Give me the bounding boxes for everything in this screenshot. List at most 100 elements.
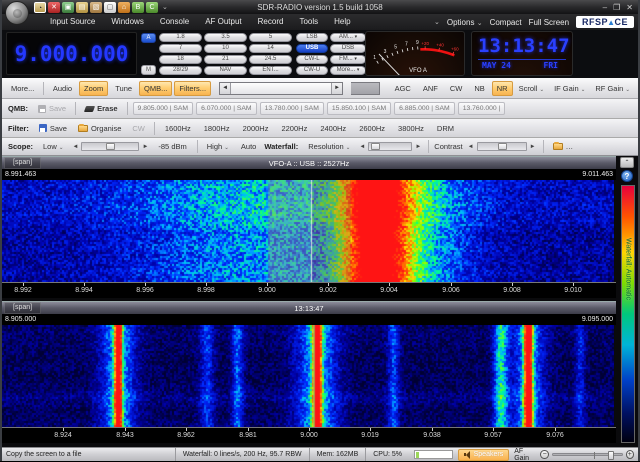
menu-help[interactable]: Help (326, 14, 358, 30)
mode-cwu-button[interactable]: CW-U (296, 66, 328, 75)
waterfall-palette-bar[interactable]: Waterfall: Automatic (621, 185, 635, 443)
scope-low-slider[interactable]: ◄ ► (70, 142, 150, 151)
qmb-memory-1[interactable]: 9.805.000 | SAM (133, 102, 194, 115)
help-icon[interactable]: ? (621, 170, 633, 182)
slider-thumb[interactable] (106, 143, 115, 150)
memory-button[interactable]: M (141, 65, 156, 75)
filter-drm-button[interactable]: DRM (432, 121, 459, 136)
band-10-button[interactable]: 10 (204, 44, 247, 53)
band-28-button[interactable]: 28/29 (159, 66, 202, 75)
scope-auto-button[interactable]: Auto (236, 139, 261, 154)
cw-toggle[interactable]: CW (445, 81, 468, 96)
filters-button[interactable]: Filters... (174, 81, 211, 96)
scope-low-dropdown[interactable]: Low ⌄ (39, 140, 67, 153)
filter-1600hz-button[interactable]: 1600Hz (160, 121, 196, 136)
volume-down-button[interactable]: − (540, 450, 548, 459)
filter-1800hz-button[interactable]: 1800Hz (199, 121, 235, 136)
slider-left-arrow[interactable]: ◄ (70, 144, 80, 150)
app-logo-icon[interactable] (5, 1, 29, 25)
qmb-save-button[interactable]: Save (34, 102, 70, 115)
nb-toggle[interactable]: NB (469, 81, 489, 96)
scroll-dropdown[interactable]: Scroll ⌄ (515, 82, 548, 95)
qmb-memory-3[interactable]: 13.780.000 | SAM (260, 102, 324, 115)
qmb-button[interactable]: QMB... (139, 81, 172, 96)
filter-cw-button[interactable]: CW (128, 122, 149, 135)
filter-organise-button[interactable]: Organise (74, 122, 125, 135)
qmb-memory-6[interactable]: 13.760.000 | (458, 102, 506, 115)
band-7-button[interactable]: 7 (159, 44, 202, 53)
vfo-a-button[interactable]: A (141, 33, 156, 43)
menu-af-output[interactable]: AF Output (197, 14, 249, 30)
band-3.5-button[interactable]: 3.5 (204, 33, 247, 42)
mode-more-button[interactable]: More... ▾ (330, 66, 366, 75)
qmb-memory-2[interactable]: 6.070.000 | SAM (196, 102, 257, 115)
menu-windows[interactable]: Windows (103, 14, 151, 30)
band-18-button[interactable]: 18 (159, 55, 202, 64)
nav-button[interactable]: NAV (204, 66, 247, 75)
scroll-right-arrow[interactable]: ► (331, 83, 342, 94)
audio-button[interactable]: Audio (48, 81, 77, 96)
filter-2400hz-button[interactable]: 2400Hz (315, 121, 351, 136)
af-gain-slider[interactable] (552, 453, 623, 456)
slider-thumb[interactable] (371, 143, 380, 150)
wideband-waterfall[interactable] (2, 325, 614, 427)
filter-2200hz-button[interactable]: 2200Hz (276, 121, 312, 136)
band-14-button[interactable]: 14 (249, 44, 292, 53)
tune-button[interactable]: Tune (110, 81, 137, 96)
close-button[interactable]: ✕ (626, 3, 633, 12)
compact-button[interactable]: Compact (490, 18, 522, 27)
band-21-button[interactable]: 21 (204, 55, 247, 64)
mode-am-button[interactable]: AM... ▾ (330, 33, 366, 42)
contrast-slider[interactable]: ◄ ► (466, 142, 538, 151)
menu-console[interactable]: Console (152, 14, 197, 30)
speakers-button[interactable]: Speakers (458, 449, 510, 461)
mode-fm-button[interactable]: FM... ▾ (330, 55, 366, 64)
menu-record[interactable]: Record (250, 14, 292, 30)
minimize-button[interactable]: – (603, 3, 607, 12)
qmb-memory-5[interactable]: 6.885.000 | SAM (394, 102, 455, 115)
enter-button[interactable]: ENT... (249, 66, 292, 75)
slider-right-arrow[interactable]: ► (140, 144, 150, 150)
band-24.5-button[interactable]: 24.5 (249, 55, 292, 64)
scrollbar-extension[interactable] (351, 82, 380, 95)
qmb-memory-4[interactable]: 15.850.100 | SAM (327, 102, 391, 115)
qmb-erase-button[interactable]: Erase (81, 102, 121, 115)
rf-gain-dropdown[interactable]: RF Gain ⌄ (591, 82, 634, 95)
slider-thumb[interactable] (498, 143, 507, 150)
restore-button[interactable]: ❐ (613, 3, 620, 12)
volume-up-button[interactable]: + (626, 450, 634, 459)
slider-right-arrow[interactable]: ► (528, 144, 538, 150)
menu-input-source[interactable]: Input Source (42, 14, 103, 30)
scroll-left-arrow[interactable]: ◄ (220, 83, 231, 94)
slider-left-arrow[interactable]: ◄ (466, 144, 476, 150)
wideband-panel-header[interactable]: [span] 13:13:47 (2, 301, 616, 314)
more-button[interactable]: More... (6, 81, 39, 96)
anf-toggle[interactable]: ANF (418, 81, 443, 96)
band-5-button[interactable]: 5 (249, 33, 292, 42)
vfo-a-waterfall[interactable] (2, 180, 614, 282)
slider-right-arrow[interactable]: ► (413, 144, 423, 150)
scope-high-dropdown[interactable]: High ⌄ (203, 140, 233, 153)
vfo-a-panel-header[interactable]: [span] VFO-A :: USB :: 2527Hz (2, 156, 616, 169)
if-gain-dropdown[interactable]: IF Gain ⌄ (550, 82, 589, 95)
mode-dsb-button[interactable]: DSB (330, 44, 366, 53)
fullscreen-button[interactable]: Full Screen (529, 18, 569, 27)
mode-cwl-button[interactable]: CW-L (296, 55, 328, 64)
agc-toggle[interactable]: AGC (390, 81, 416, 96)
filter-save-button[interactable]: Save (35, 122, 71, 135)
scrollbar-track[interactable] (231, 83, 331, 94)
nr-toggle[interactable]: NR (492, 81, 513, 96)
options-menu[interactable]: Options ⌄ (447, 18, 483, 27)
resolution-slider[interactable]: ◄ ► (357, 142, 423, 151)
filter-3800hz-button[interactable]: 3800Hz (393, 121, 429, 136)
waterfall-resolution-dropdown[interactable]: Resolution ⌄ (304, 140, 354, 153)
slider-left-arrow[interactable]: ◄ (357, 144, 367, 150)
mode-lsb-button[interactable]: LSB (296, 33, 328, 42)
mode-usb-button[interactable]: USB (296, 44, 328, 53)
af-gain-thumb[interactable] (608, 451, 614, 460)
save-image-button[interactable]: … (549, 140, 578, 153)
filter-2000hz-button[interactable]: 2000Hz (238, 121, 274, 136)
ribbon-collapse-chevron[interactable]: ⌄ (434, 18, 440, 26)
band-1.8-button[interactable]: 1.8 (159, 33, 202, 42)
tuning-scrollbar[interactable]: ◄ ► (219, 82, 343, 95)
